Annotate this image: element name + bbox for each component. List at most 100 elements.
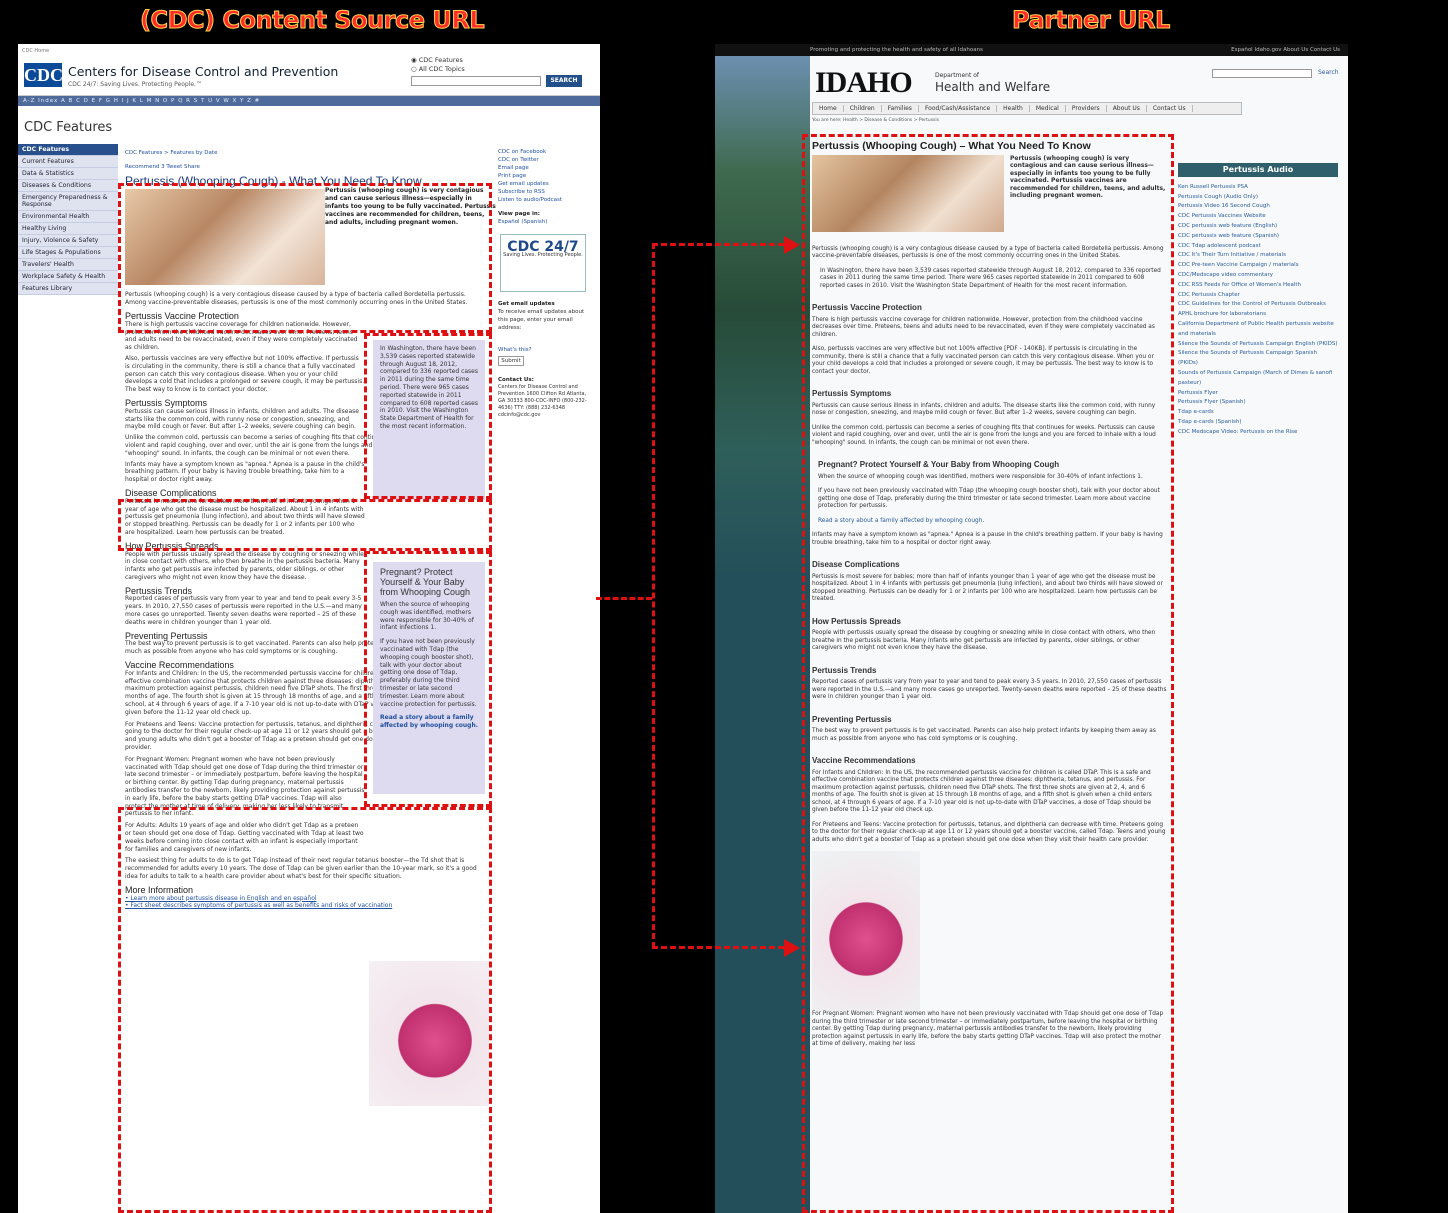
rss-link[interactable]: Subscribe to RSS: [498, 188, 588, 196]
highlight-frame: [118, 807, 492, 1213]
idaho-search-button[interactable]: Search: [1318, 69, 1339, 76]
sidebar-link[interactable]: CDC Medscape Video: Pertussis on the Ris…: [1178, 428, 1338, 438]
sidebar-link[interactable]: Pertussis Cough (Audio Only): [1178, 193, 1338, 203]
share-bar[interactable]: Recommend 3 Tweet Share: [125, 164, 497, 172]
sidebar-link[interactable]: Silence the Sounds of Pertussis Campaign…: [1178, 349, 1338, 369]
sidebar-link[interactable]: CDC/Medscape video commentary: [1178, 271, 1338, 281]
sidebar-link[interactable]: CDC Guidelines for the Control of Pertus…: [1178, 300, 1338, 310]
arrow-connector: [652, 946, 784, 949]
content-source-heading: (CDC) Content Source URL: [139, 6, 485, 35]
cdc-org-name: Centers for Disease Control and Preventi…: [68, 64, 339, 79]
contact-heading: Contact Us:: [498, 377, 534, 383]
idaho-tagline: Promoting and protecting the health and …: [810, 47, 983, 53]
radio-all-topics[interactable]: ○ All CDC Topics: [411, 65, 465, 74]
idaho-topbar: Promoting and protecting the health and …: [715, 44, 1348, 56]
nav-item[interactable]: Injury, Violence & Safety: [18, 235, 118, 247]
cdc-logo[interactable]: CDC: [24, 63, 63, 87]
idaho-dept-name: Health and Welfare: [935, 80, 1051, 94]
idaho-audio-sidebar: Pertussis Audio Ken Russell Pertussis PS…: [1178, 163, 1338, 438]
nav-item[interactable]: About Us: [1106, 105, 1147, 112]
sidebar-link[interactable]: Pertussis Flyer: [1178, 389, 1338, 399]
sidebar-link[interactable]: CDC pertussis web feature (English): [1178, 222, 1338, 232]
arrow-head: [784, 236, 800, 254]
sidebar-link[interactable]: APHL brochure for laboratorians: [1178, 310, 1338, 320]
cdc-247-banner[interactable]: CDC 24/7 Saving Lives. Protecting People.: [500, 234, 586, 292]
sidebar-link[interactable]: CDC Pertussis Vaccines Website: [1178, 212, 1338, 222]
email-page-link[interactable]: Email page: [498, 164, 588, 172]
sidebar-link[interactable]: Silence the Sounds of Pertussis Campaign…: [1178, 340, 1338, 350]
cdc-search-button[interactable]: SEARCH: [546, 75, 582, 87]
idaho-dept-label: Department of: [935, 72, 979, 79]
twitter-link[interactable]: CDC on Twitter: [498, 156, 588, 164]
cdc-header: CDC Home CDC Centers for Disease Control…: [18, 44, 600, 96]
nav-item[interactable]: Providers: [1065, 105, 1107, 112]
sidebar-link[interactable]: CDC Pre-teen Vaccine Campaign / material…: [1178, 261, 1338, 271]
sidebar-title: Pertussis Audio: [1178, 163, 1338, 177]
sidebar-link[interactable]: California Department of Public Health p…: [1178, 320, 1338, 340]
nav-item[interactable]: Families: [881, 105, 919, 112]
paragraph: People with pertussis usually spread the…: [125, 550, 364, 581]
idaho-search-input[interactable]: [1212, 69, 1312, 78]
sidebar-link[interactable]: Pertussis Flyer (Spanish): [1178, 398, 1338, 408]
sidebar-link[interactable]: CDC RSS Feeds for Office of Women's Heal…: [1178, 281, 1338, 291]
nav-item[interactable]: Features Library: [18, 283, 118, 295]
highlight-frame: [802, 134, 1174, 1213]
nav-item[interactable]: Data & Statistics: [18, 168, 118, 180]
nav-item[interactable]: Food/Cash/Assistance: [918, 105, 998, 112]
nav-item[interactable]: Contact Us: [1146, 105, 1193, 112]
az-index[interactable]: A-Z Index A B C D E F G H I J K L M N O …: [18, 96, 600, 106]
nav-item[interactable]: CDC Features: [18, 144, 118, 156]
nav-item[interactable]: Medical: [1029, 105, 1066, 112]
email-updates-heading: Get email updates: [498, 301, 555, 307]
nav-item[interactable]: Diseases & Conditions: [18, 180, 118, 192]
nav-item[interactable]: Emergency Preparedness & Response: [18, 192, 118, 211]
spanish-link[interactable]: Español (Spanish): [498, 218, 588, 226]
sidebar-link[interactable]: Pertussis Video 16 Second Cough: [1178, 202, 1338, 212]
breadcrumb[interactable]: You are here: Health > Disease & Conditi…: [812, 118, 939, 123]
sidebar-link[interactable]: CDC Tdap adolescent podcast: [1178, 242, 1338, 252]
partner-url-heading: Partner URL: [1012, 6, 1171, 35]
paragraph: Also, pertussis vaccines are very effect…: [125, 354, 365, 394]
nav-item[interactable]: Workplace Safety & Health: [18, 271, 118, 283]
nav-item[interactable]: Home: [813, 105, 844, 112]
banner-subtitle: Saving Lives. Protecting People.: [503, 252, 583, 258]
sidebar-link[interactable]: Sounds of Pertussis Campaign (March of D…: [1178, 369, 1338, 389]
sidebar-link[interactable]: CDC It's Their Turn Initiative / materia…: [1178, 251, 1338, 261]
cdc-search-scope[interactable]: ◉ CDC Features ○ All CDC Topics: [411, 56, 465, 74]
idaho-top-links[interactable]: Español Idaho.gov About Us Contact Us: [1231, 44, 1340, 56]
email-updates-link[interactable]: Get email updates: [498, 180, 588, 188]
nav-item[interactable]: Health: [997, 105, 1030, 112]
cdc-search-input[interactable]: [411, 76, 541, 86]
sidebar-link[interactable]: CDC pertussis web feature (Spanish): [1178, 232, 1338, 242]
facebook-link[interactable]: CDC on Facebook: [498, 148, 588, 156]
whats-this-link[interactable]: What's this?: [498, 346, 588, 354]
nav-item[interactable]: Current Features: [18, 156, 118, 168]
cdc-home-link[interactable]: CDC Home: [22, 48, 49, 54]
nav-item[interactable]: Healthy Living: [18, 223, 118, 235]
email-updates-text: To receive email updates about this page…: [498, 309, 585, 331]
arrow-head: [784, 939, 800, 957]
mountain-scenery-left: [715, 56, 810, 1213]
nav-item[interactable]: Travelers' Health: [18, 259, 118, 271]
sidebar-link[interactable]: Tdap e-cards (Spanish): [1178, 418, 1338, 428]
highlight-frame: [364, 551, 492, 807]
nav-item[interactable]: Children: [843, 105, 882, 112]
nav-item[interactable]: Life Stages & Populations: [18, 247, 118, 259]
radio-cdc-features[interactable]: ◉ CDC Features: [411, 56, 465, 65]
sidebar-link[interactable]: Tdap e-cards: [1178, 408, 1338, 418]
highlight-frame: [364, 333, 492, 499]
nav-item[interactable]: Environmental Health: [18, 211, 118, 223]
submit-button[interactable]: Submit: [498, 356, 524, 366]
contact-info: Centers for Disease Control and Preventi…: [498, 384, 587, 418]
breadcrumb[interactable]: CDC Features > Features by Date: [125, 150, 497, 158]
idaho-logo[interactable]: IDAHO: [815, 66, 913, 100]
sidebar-link[interactable]: CDC Pertussis Chapter: [1178, 291, 1338, 301]
section-heading: Pertussis Trends: [125, 585, 193, 596]
sidebar-link[interactable]: Ken Russell Pertussis PSA: [1178, 183, 1338, 193]
podcast-link[interactable]: Listen to audio/Podcast: [498, 196, 588, 204]
sidebar-links: Ken Russell Pertussis PSA Pertussis Cough…: [1178, 183, 1338, 438]
highlight-frame: [118, 499, 492, 551]
idaho-nav: Home Children Families Food/Cash/Assistance…: [812, 102, 1242, 115]
arrow-connector: [652, 243, 784, 246]
print-page-link[interactable]: Print page: [498, 172, 588, 180]
